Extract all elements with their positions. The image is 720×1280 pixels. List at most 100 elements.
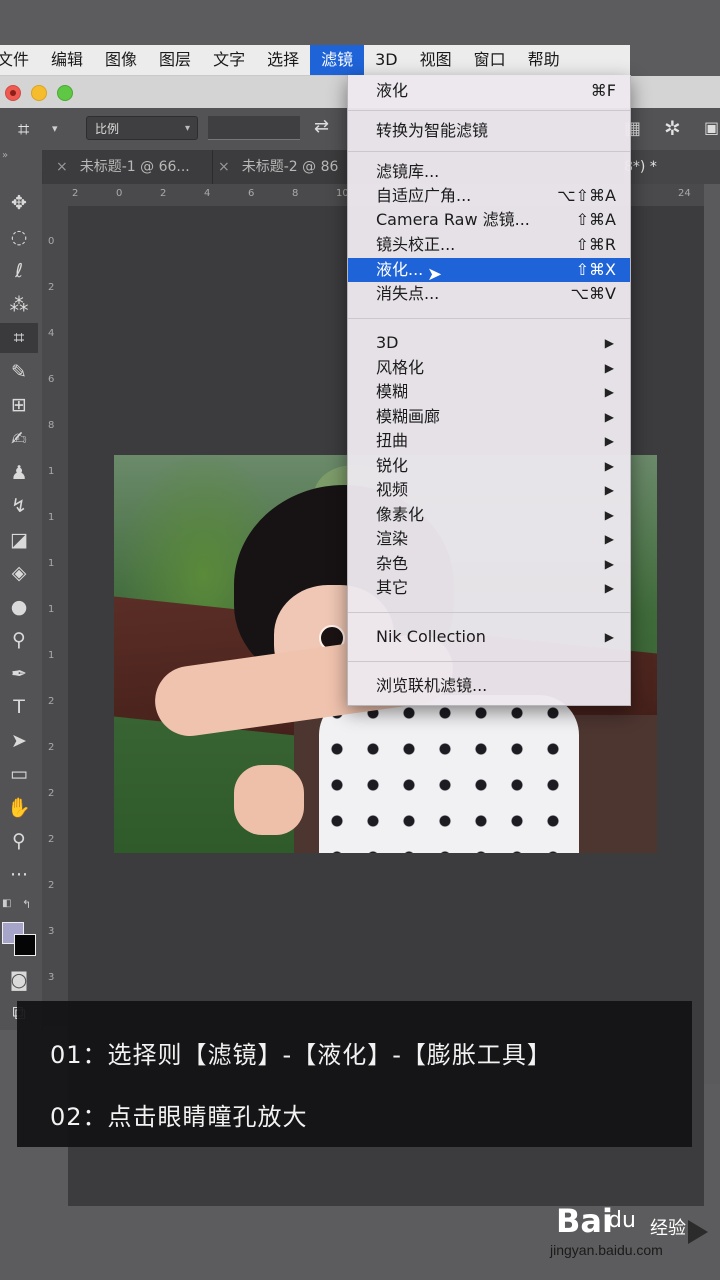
ruler-label: 2 — [48, 282, 55, 293]
dodge-tool-icon[interactable]: ⚲ — [0, 625, 38, 655]
rectangle-tool-icon[interactable]: ▭ — [0, 759, 38, 789]
default-colors-icon[interactable]: ◧ — [2, 898, 11, 909]
menu-3d[interactable]: 3D — [364, 45, 409, 75]
clone-stamp-icon[interactable]: ♟ — [0, 458, 38, 488]
ruler-label: 1 — [48, 604, 55, 615]
mouse-pointer-icon: ➤ — [427, 264, 443, 285]
menu-item-liquify[interactable]: 液化... ⇧⌘X — [348, 258, 630, 282]
submenu-arrow-icon: ▶ — [604, 410, 614, 424]
background-color-swatch[interactable] — [14, 934, 36, 956]
menu-item-label: 风格化 — [376, 358, 425, 377]
pen-tool-icon[interactable]: ✒ — [0, 659, 38, 689]
menu-item-convert-smart-filter[interactable]: 转换为智能滤镜 — [348, 119, 630, 143]
healing-brush-icon[interactable]: ⊞ — [0, 390, 38, 420]
ruler-label: 2 — [72, 188, 79, 199]
menu-item-blur[interactable]: 模糊 ▶ — [348, 380, 630, 404]
menu-select[interactable]: 选择 — [256, 45, 310, 75]
marquee-tool-icon[interactable]: ◌ — [0, 222, 38, 252]
ruler-label: 4 — [204, 188, 211, 199]
submenu-arrow-icon: ▶ — [604, 385, 614, 399]
magic-wand-icon[interactable]: ⁂ — [0, 290, 38, 320]
baidu-jingyan-watermark: Bai du 经验 jingyan.baidu.com — [548, 1202, 718, 1268]
caption-step-2: 02：点击眼睛瞳孔放大 — [50, 1103, 308, 1131]
close-icon[interactable]: × — [56, 159, 68, 175]
panel-icon[interactable]: ▣ — [704, 118, 719, 137]
collapse-toggle-icon[interactable]: » — [0, 150, 44, 170]
history-brush-icon[interactable]: ↯ — [0, 491, 38, 521]
ratio-select[interactable]: 比例 ▾ — [86, 116, 198, 140]
menu-item-distort[interactable]: 扭曲 ▶ — [348, 429, 630, 453]
menu-item-other[interactable]: 其它 ▶ — [348, 576, 630, 600]
close-icon[interactable]: × — [218, 159, 230, 175]
paint-bucket-icon[interactable]: ◈ — [0, 558, 38, 588]
swap-icon[interactable]: ⇄ — [314, 116, 329, 137]
menu-image[interactable]: 图像 — [94, 45, 148, 75]
eraser-icon[interactable]: ◪ — [0, 525, 38, 555]
ruler-origin[interactable] — [42, 184, 69, 207]
menu-item-label: 镜头校正... — [376, 235, 456, 254]
document-tab[interactable]: × 未标题-1 @ 66... — [56, 150, 213, 184]
more-tools-icon[interactable]: ··· — [0, 860, 38, 890]
filter-menu: 液化 ⌘F 转换为智能滤镜 滤镜库... 自适应广角... ⌥⇧⌘A Camer… — [347, 75, 631, 706]
menu-item-label: 浏览联机滤镜... — [376, 676, 488, 695]
menu-item-nik-collection[interactable]: Nik Collection ▶ — [348, 625, 630, 649]
ratio-width-input[interactable] — [208, 116, 300, 140]
menu-separator — [348, 661, 630, 662]
menu-view[interactable]: 视图 — [409, 45, 463, 75]
brush-tool-icon[interactable]: ✍ — [0, 424, 38, 454]
menu-help[interactable]: 帮助 — [517, 45, 571, 75]
lasso-tool-icon[interactable]: ℓ — [0, 256, 38, 286]
document-tab-title: 未标题-1 @ 66... — [79, 159, 190, 175]
type-tool-icon[interactable]: T — [0, 692, 38, 722]
menu-item-filter-gallery[interactable]: 滤镜库... — [348, 160, 630, 184]
move-tool-icon[interactable]: ✥ — [0, 188, 38, 218]
swap-colors-icon[interactable]: ↰ — [22, 898, 31, 911]
menu-item-noise[interactable]: 杂色 ▶ — [348, 552, 630, 576]
menu-item-browse-online-filters[interactable]: 浏览联机滤镜... — [348, 674, 630, 698]
menu-item-stylize[interactable]: 风格化 ▶ — [348, 356, 630, 380]
zoom-tool-icon[interactable]: ⚲ — [0, 826, 38, 856]
play-arrow-icon — [688, 1220, 708, 1244]
menu-item-blur-gallery[interactable]: 模糊画廊 ▶ — [348, 405, 630, 429]
menu-item-render[interactable]: 渲染 ▶ — [348, 527, 630, 551]
zoom-window-button[interactable] — [57, 85, 73, 101]
menu-filter[interactable]: 滤镜 — [310, 45, 365, 75]
close-window-button[interactable] — [5, 85, 21, 101]
submenu-arrow-icon: ▶ — [604, 532, 614, 546]
menu-item-adaptive-wide-angle[interactable]: 自适应广角... ⌥⇧⌘A — [348, 184, 630, 208]
vertical-ruler[interactable]: 0 2 4 6 8 1 1 1 1 1 2 2 2 2 2 3 3 — [42, 206, 69, 1026]
menu-item-shortcut: ⌥⇧⌘A — [557, 186, 616, 205]
menu-window[interactable]: 窗口 — [463, 45, 517, 75]
eyedropper-icon[interactable]: ✎ — [0, 357, 38, 387]
quick-mask-icon[interactable]: ◙ — [0, 965, 38, 995]
menu-item-lens-correction[interactable]: 镜头校正... ⇧⌘R — [348, 233, 630, 257]
menu-item-3d[interactable]: 3D ▶ — [348, 331, 630, 355]
menu-item-camera-raw[interactable]: Camera Raw 滤镜... ⇧⌘A — [348, 208, 630, 232]
ruler-label: 2 — [48, 834, 55, 845]
menu-item-label: 模糊 — [376, 382, 409, 401]
menu-item-last-filter[interactable]: 液化 ⌘F — [348, 79, 630, 103]
menu-file[interactable]: 文件 — [0, 45, 40, 75]
path-selection-icon[interactable]: ➤ — [0, 726, 38, 756]
menu-layer[interactable]: 图层 — [148, 45, 202, 75]
menu-item-label: 液化... — [376, 260, 424, 279]
hand-tool-icon[interactable]: ✋ — [0, 793, 38, 823]
crop-icon[interactable]: ⌗ — [18, 117, 29, 141]
menu-item-label: 锐化 — [376, 456, 409, 475]
menu-item-vanishing-point[interactable]: 消失点... ⌥⌘V — [348, 282, 630, 306]
menu-item-sharpen[interactable]: 锐化 ▶ — [348, 454, 630, 478]
menu-item-video[interactable]: 视频 ▶ — [348, 478, 630, 502]
minimize-window-button[interactable] — [31, 85, 47, 101]
menu-item-pixelate[interactable]: 像素化 ▶ — [348, 503, 630, 527]
menu-edit[interactable]: 编辑 — [40, 45, 94, 75]
submenu-arrow-icon: ▶ — [604, 434, 614, 448]
document-tab-active[interactable]: 8*) * — [624, 150, 720, 184]
chevron-down-icon[interactable]: ▾ — [52, 122, 58, 135]
crop-tool-icon[interactable]: ⌗ — [0, 323, 38, 353]
vertical-scrollbar[interactable] — [704, 184, 720, 1084]
blur-tool-icon[interactable]: ● — [0, 592, 38, 622]
gear-icon[interactable]: ✲ — [664, 116, 681, 140]
menu-type[interactable]: 文字 — [202, 45, 256, 75]
submenu-arrow-icon: ▶ — [604, 630, 614, 644]
ruler-label: 3 — [48, 972, 55, 983]
